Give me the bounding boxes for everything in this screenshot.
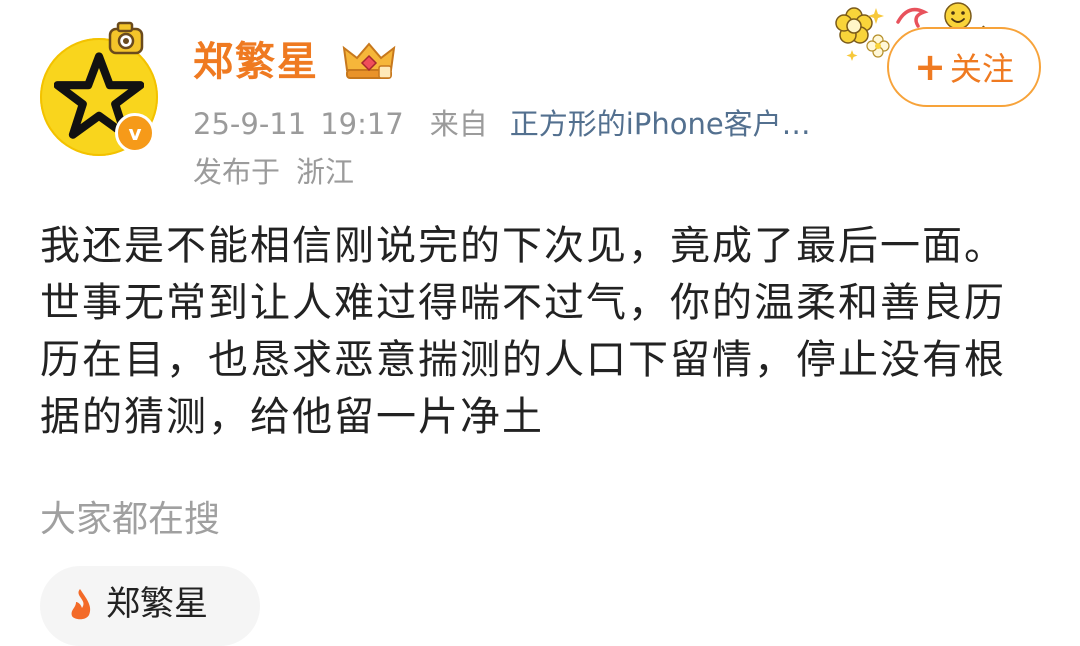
client-link[interactable]: 正方形的iPhone客户… [510,107,811,141]
from-label: 来自 [429,107,488,141]
plus-icon: + [914,45,946,89]
author-name[interactable]: 郑繁星 [193,37,319,87]
hot-icon [71,589,91,620]
crown-icon [342,42,396,79]
camera-icon [108,21,144,55]
trending-search-chip-label: 郑繁星 [106,584,208,624]
follow-label: 关注 [949,50,1014,88]
trending-search-heading: 大家都在搜 [40,499,221,540]
verified-badge-icon: v [115,113,155,153]
follow-button[interactable]: + 关注 [887,27,1041,107]
post-location: 发布于 浙江 [193,152,354,192]
post-meta: 25-9-11 19:17 来自 正方形的iPhone客户… [193,104,811,144]
location-label: 发布于 [193,155,281,189]
post-body: 我还是不能相信刚说完的下次见，竟成了最后一面。世事无常到让人难过得喘不过气，你的… [40,223,1006,440]
post-time: 19:17 [320,107,404,141]
location-value: 浙江 [296,155,355,189]
trending-search-chip[interactable]: 郑繁星 [40,566,260,646]
post-date: 25-9-11 [193,107,307,141]
